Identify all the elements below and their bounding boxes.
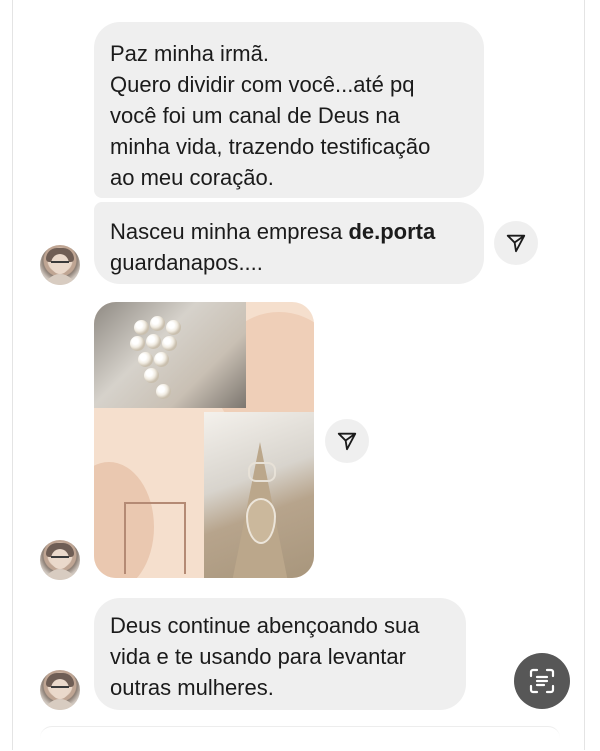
image-message[interactable] — [94, 302, 314, 578]
message-line: Paz minha irmã. — [110, 41, 269, 66]
teardrop-napkin-ring-photo — [204, 412, 314, 578]
share-button[interactable] — [494, 221, 538, 265]
share-button[interactable] — [325, 419, 369, 463]
message-line: Deus continue abençoando sua — [110, 613, 420, 638]
logo-mark — [124, 502, 186, 574]
message-line: você foi um canal de Deus na — [110, 103, 400, 128]
sender-avatar[interactable] — [40, 670, 80, 710]
message-bold-text: de.porta — [348, 219, 436, 244]
message-line: Nasceu minha empresa de.porta — [110, 216, 468, 247]
message-line: outras mulheres. — [110, 675, 274, 700]
message-line: guardanapos.... — [110, 250, 263, 275]
message-bubble-3[interactable]: Deus continue abençoando sua vida e te u… — [94, 598, 466, 710]
sender-avatar[interactable] — [40, 540, 80, 580]
message-line: minha vida, trazendo testificação — [110, 134, 431, 159]
paper-plane-icon — [506, 234, 526, 253]
right-edge-line — [584, 0, 585, 750]
sender-avatar[interactable] — [40, 245, 80, 285]
left-edge-line — [12, 0, 13, 750]
message-text: Nasceu minha empresa — [110, 219, 349, 244]
message-line: Quero dividir com você...até pq — [110, 72, 415, 97]
message-bubble-2[interactable]: Nasceu minha empresa de.porta guardanapo… — [94, 202, 484, 284]
text-scan-icon — [529, 668, 555, 694]
text-scan-button[interactable] — [514, 653, 570, 709]
message-line: ao meu coração. — [110, 165, 274, 190]
message-bubble-1[interactable]: Paz minha irmã. Quero dividir com você..… — [94, 22, 484, 198]
pearl-napkin-ring-photo — [94, 302, 246, 408]
composer-edge — [40, 726, 560, 751]
paper-plane-icon — [337, 432, 357, 451]
message-line: vida e te usando para levantar — [110, 644, 406, 669]
